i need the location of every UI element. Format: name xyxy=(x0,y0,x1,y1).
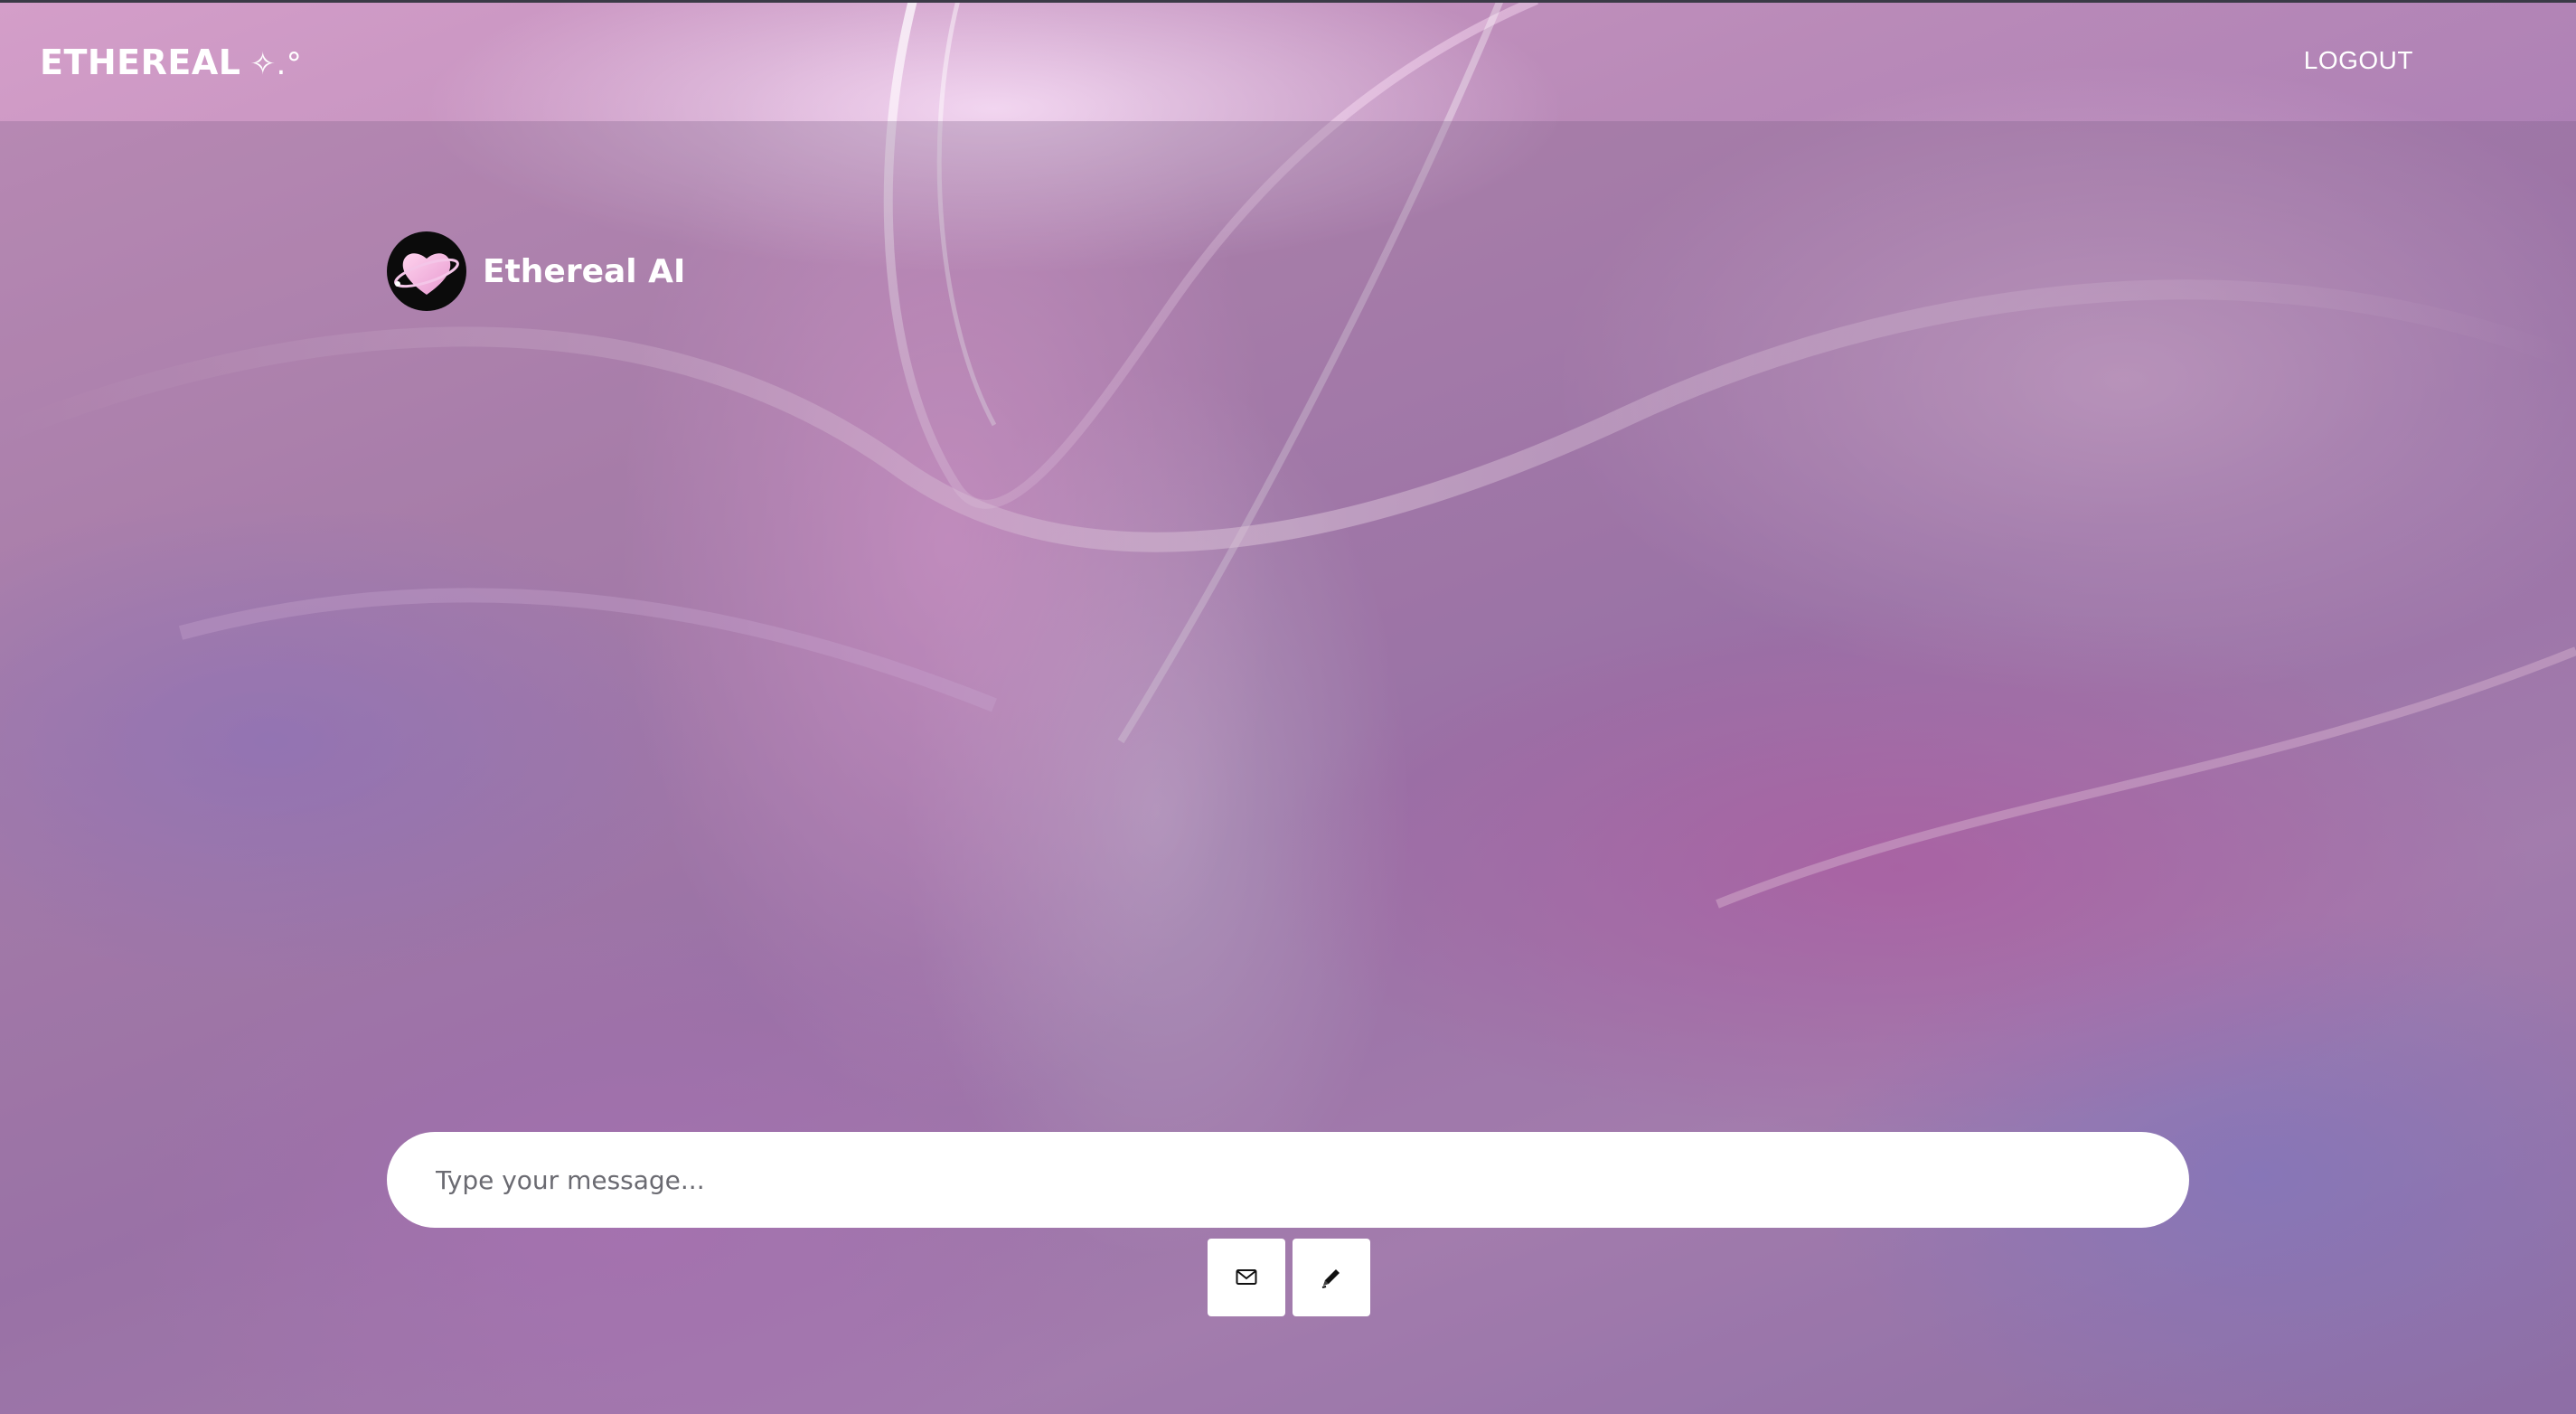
send-button[interactable] xyxy=(1208,1239,1285,1316)
brand-name: ETHEREAL xyxy=(40,42,241,82)
envelope-icon xyxy=(1236,1269,1257,1285)
bot-header: Ethereal AI xyxy=(387,231,685,311)
bot-avatar xyxy=(387,231,466,311)
draw-button[interactable] xyxy=(1293,1239,1370,1316)
brand-logo[interactable]: ETHEREAL ✧.° xyxy=(40,42,302,82)
top-navbar: ETHEREAL ✧.° LOGOUT xyxy=(0,0,2576,121)
composer-actions xyxy=(1208,1239,1370,1316)
logout-link[interactable]: LOGOUT xyxy=(2304,46,2413,75)
heart-planet-icon xyxy=(394,253,459,295)
message-input[interactable] xyxy=(434,1164,2142,1196)
bot-name: Ethereal AI xyxy=(483,252,686,290)
pencil-icon xyxy=(1321,1269,1340,1288)
message-composer xyxy=(387,1132,2189,1228)
sparkle-icon: ✧.° xyxy=(249,46,303,82)
